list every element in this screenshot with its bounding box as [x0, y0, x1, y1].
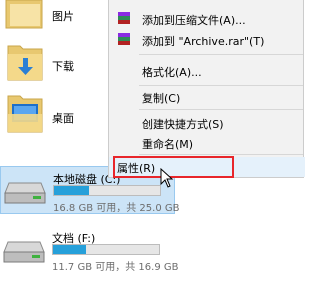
drive-usage-fill	[53, 245, 86, 254]
menu-item-label: 复制(C)	[142, 92, 181, 105]
menu-item-label: 格式化(A)...	[142, 66, 202, 79]
menu-item-copy[interactable]: 复制(C)	[109, 87, 305, 107]
winrar-icon	[117, 32, 131, 49]
drive-capacity: 16.8 GB 可用，共 25.0 GB	[53, 203, 180, 214]
menu-separator	[139, 109, 303, 110]
drive-capacity: 11.7 GB 可用，共 16.9 GB	[52, 262, 179, 273]
menu-item-label: 添加到压缩文件(A)...	[142, 14, 246, 27]
menu-item-add-to-archive-rar[interactable]: 添加到 "Archive.rar"(T)	[109, 30, 305, 50]
drive-usage-bar	[52, 244, 160, 255]
menu-item-format[interactable]: 格式化(A)...	[109, 61, 305, 81]
hard-drive-icon	[3, 177, 47, 208]
drive-usage-bar	[53, 185, 161, 196]
nav-item-desktop[interactable]: 桌面	[0, 92, 110, 136]
drive-usage-fill	[54, 186, 89, 195]
hard-drive-icon	[2, 236, 46, 267]
desktop-folder-icon	[4, 92, 46, 139]
nav-item-downloads[interactable]: 下载	[0, 40, 110, 84]
winrar-icon	[117, 11, 131, 28]
mouse-cursor-icon	[160, 167, 174, 191]
folder-icon	[4, 0, 46, 33]
nav-item-pictures[interactable]: 图片	[0, 0, 110, 44]
drive-f[interactable]: 文档 (F:) 11.7 GB 可用，共 16.9 GB	[0, 226, 179, 274]
nav-label: 下载	[52, 60, 74, 73]
menu-item-rename[interactable]: 重命名(M)	[109, 133, 305, 153]
menu-separator	[139, 54, 303, 55]
context-menu: 添加到压缩文件(A)... 添加到 "Archive.rar"(T) 格式化(A…	[108, 0, 305, 178]
menu-item-add-to-archive[interactable]: 添加到压缩文件(A)...	[109, 9, 305, 29]
menu-item-label: 重命名(M)	[142, 138, 194, 151]
downloads-folder-icon	[4, 40, 46, 87]
nav-label: 桌面	[52, 112, 74, 125]
menu-item-label: 添加到 "Archive.rar"(T)	[142, 35, 265, 48]
menu-separator	[139, 154, 303, 155]
nav-label: 图片	[52, 10, 74, 23]
menu-separator	[139, 85, 303, 86]
menu-item-create-shortcut[interactable]: 创建快捷方式(S)	[109, 113, 305, 133]
menu-item-label: 创建快捷方式(S)	[142, 118, 224, 131]
